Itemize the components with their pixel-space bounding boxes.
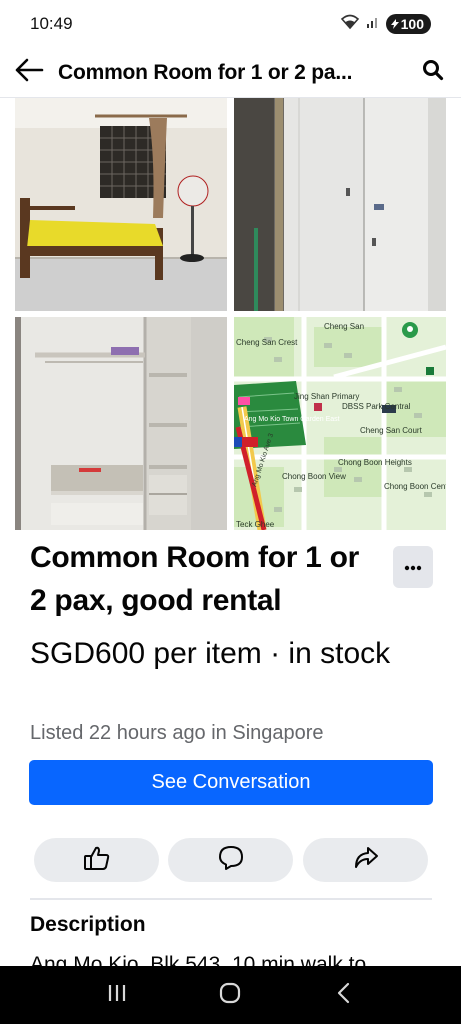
back-button[interactable] xyxy=(0,48,58,98)
listing-photo-bedroom[interactable] xyxy=(15,98,227,311)
message-icon xyxy=(218,845,244,876)
map-label-jing-shan-primary: Jing Shan Primary xyxy=(294,392,359,401)
more-options-button[interactable] xyxy=(393,546,433,588)
map-label-chong-boon-view: Chong Boon View xyxy=(282,472,346,481)
signal-icon xyxy=(366,15,380,34)
map-label-dbss-park-central: DBSS Park Central xyxy=(342,402,411,411)
section-divider xyxy=(30,898,432,900)
listing-photo-wardrobe[interactable] xyxy=(234,98,446,311)
back-icon xyxy=(336,982,352,1009)
system-back-button[interactable] xyxy=(314,966,374,1024)
recent-apps-icon xyxy=(106,983,128,1008)
home-button[interactable] xyxy=(200,966,260,1024)
thumbs-up-icon xyxy=(83,845,111,876)
search-icon xyxy=(422,59,444,86)
map-label-cheng-san-court: Cheng San Court xyxy=(360,426,423,435)
status-time: 10:49 xyxy=(30,14,73,33)
system-nav-bar xyxy=(0,966,461,1024)
status-bar: 10:49 100 xyxy=(0,0,461,48)
status-icons: 100 xyxy=(340,14,431,35)
action-row xyxy=(34,838,428,882)
wifi-icon xyxy=(340,14,360,35)
page-title: Common Room for 1 or 2 pa... xyxy=(58,60,353,84)
battery-icon: 100 xyxy=(385,14,431,34)
listing-photo-map[interactable]: Cheng San Cheng San Crest Jing Shan Prim… xyxy=(234,317,446,530)
see-conversation-label: See Conversation xyxy=(151,771,311,793)
description-heading: Description xyxy=(30,913,146,936)
listing-meta: Listed 22 hours ago in Singapore xyxy=(30,722,324,744)
battery-level: 100 xyxy=(400,16,424,32)
like-button[interactable] xyxy=(34,838,159,882)
listing-photo-open-wardrobe[interactable] xyxy=(15,317,227,530)
home-icon xyxy=(218,981,242,1010)
map-label-chong-boon-centre: Chong Boon Centre xyxy=(384,482,446,491)
message-button[interactable] xyxy=(168,838,293,882)
top-header: Common Room for 1 or 2 pa... xyxy=(0,48,461,98)
map-label-teck-ghee: Teck Ghee xyxy=(236,520,275,529)
photo-grid: Cheng San Cheng San Crest Jing Shan Prim… xyxy=(15,98,446,530)
more-horizontal-icon xyxy=(404,558,422,576)
listing-title: Common Room for 1 or 2 pax, good rental xyxy=(30,541,359,617)
arrow-left-icon xyxy=(14,58,44,87)
map-label-chong-boon-heights: Chong Boon Heights xyxy=(338,458,412,467)
share-icon xyxy=(353,846,379,875)
map-label-cheng-san-crest: Cheng San Crest xyxy=(236,338,298,347)
share-button[interactable] xyxy=(303,838,428,882)
see-conversation-button[interactable]: See Conversation xyxy=(29,760,433,805)
map-label-cheng-san: Cheng San xyxy=(324,322,364,331)
recent-apps-button[interactable] xyxy=(87,966,147,1024)
search-button[interactable] xyxy=(405,48,461,98)
map-label-town-garden: Ang Mo Kio Town Garden East xyxy=(244,416,340,423)
listing-price: SGD600 per item · in stock xyxy=(30,637,391,670)
